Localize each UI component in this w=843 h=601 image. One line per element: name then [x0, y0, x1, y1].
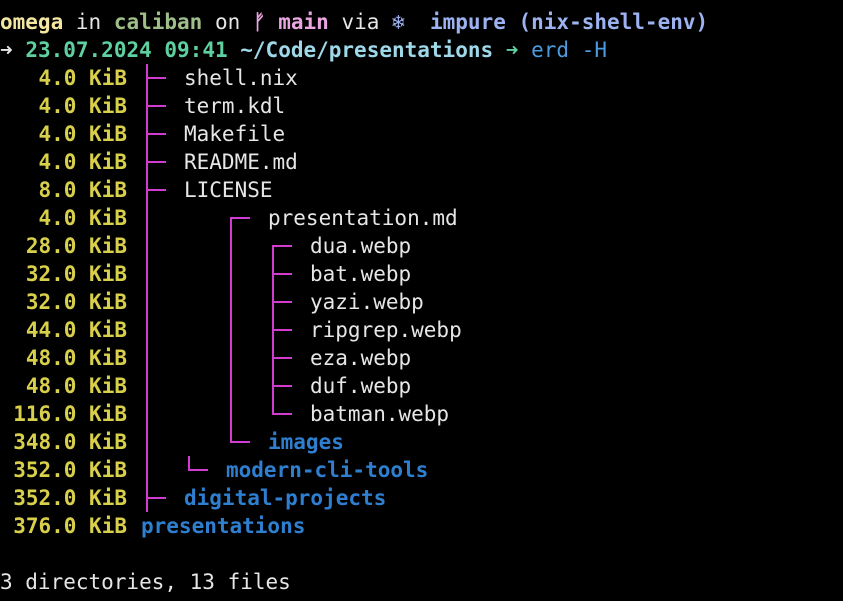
tree-file-row: 116.0 KiB batman.webp — [0, 400, 843, 428]
tree-file-row: 8.0 KiB LICENSE — [0, 176, 843, 204]
prompt-in-word: in — [75, 10, 102, 34]
file-size: 28.0 KiB — [25, 234, 127, 258]
directory-name[interactable]: presentations — [141, 512, 305, 540]
tree-file-row: 32.0 KiB yazi.webp — [0, 288, 843, 316]
file-size: 376.0 KiB — [13, 514, 127, 538]
file-size: 4.0 KiB — [38, 66, 127, 90]
command-text: erd — [531, 38, 570, 62]
tree-dir-row: 352.0 KiB digital-projects — [0, 484, 843, 512]
file-size: 32.0 KiB — [25, 262, 127, 286]
prompt-user: omega — [0, 10, 64, 34]
tree-file-row: 4.0 KiB shell.nix — [0, 64, 843, 92]
tree-file-row: 4.0 KiB term.kdl — [0, 92, 843, 120]
prompt-info-line: omega in caliban on ᚠ main via ❄ impure … — [0, 8, 708, 36]
file-size: 116.0 KiB — [13, 402, 127, 426]
prompt-arrow-icon: ➜ — [0, 38, 13, 62]
file-name[interactable]: ripgrep.webp — [310, 316, 462, 344]
prompt-cwd: ~/Code/presentations — [240, 38, 494, 62]
prompt-branch: main — [278, 10, 329, 34]
tree-file-row: 4.0 KiB README.md — [0, 148, 843, 176]
prompt-host: caliban — [113, 10, 203, 34]
tree-dir-row: 352.0 KiB modern-cli-tools — [0, 456, 843, 484]
file-size: 348.0 KiB — [13, 430, 127, 454]
tree-file-row: 4.0 KiB Makefile — [0, 120, 843, 148]
command-flag: -H — [581, 38, 607, 62]
file-size: 32.0 KiB — [25, 290, 127, 314]
file-size: 352.0 KiB — [13, 458, 127, 482]
prompt-on-word: on — [215, 10, 241, 34]
file-size: 48.0 KiB — [25, 346, 127, 370]
git-branch-icon: ᚠ — [252, 10, 266, 34]
directory-name[interactable]: modern-cli-tools — [226, 456, 428, 484]
prompt-command-line: ➜ 23.07.2024 09:41 ~/Code/presentations … — [0, 36, 607, 64]
file-size: 4.0 KiB — [38, 150, 127, 174]
directory-name[interactable]: images — [268, 428, 344, 456]
tree-file-row: 44.0 KiB ripgrep.webp — [0, 316, 843, 344]
tree-file-row: 28.0 KiB dua.webp — [0, 232, 843, 260]
file-name[interactable]: README.md — [184, 148, 298, 176]
prompt-via-word: via — [341, 10, 380, 34]
file-size: 4.0 KiB — [38, 122, 127, 146]
file-name[interactable]: eza.webp — [310, 344, 411, 372]
tree-file-row: 4.0 KiB presentation.md — [0, 204, 843, 232]
file-size: 352.0 KiB — [13, 486, 127, 510]
tree-file-row: 32.0 KiB bat.webp — [0, 260, 843, 288]
file-name[interactable]: yazi.webp — [310, 288, 424, 316]
tree-dir-row: 376.0 KiB presentations — [0, 512, 843, 540]
tree-file-row: 48.0 KiB eza.webp — [0, 344, 843, 372]
file-name[interactable]: presentation.md — [268, 204, 458, 232]
prompt-cmd-arrow: ➜ — [505, 38, 519, 62]
tree-file-row: 48.0 KiB duf.webp — [0, 372, 843, 400]
prompt-datetime: 23.07.2024 09:41 — [25, 38, 228, 62]
file-name[interactable]: term.kdl — [184, 92, 285, 120]
summary-line: 3 directories, 13 files — [0, 570, 291, 594]
prompt-nix-env: impure (nix-shell-env) — [430, 10, 709, 34]
directory-name[interactable]: digital-projects — [184, 484, 386, 512]
file-name[interactable]: dua.webp — [310, 232, 411, 260]
terminal-window[interactable]: omega in caliban on ᚠ main via ❄ impure … — [0, 0, 843, 601]
snowflake-icon: ❄ — [392, 10, 405, 34]
file-name[interactable]: LICENSE — [184, 176, 273, 204]
file-size: 48.0 KiB — [25, 374, 127, 398]
file-name[interactable]: batman.webp — [310, 400, 449, 428]
tree-dir-row: 348.0 KiB images — [0, 428, 843, 456]
file-name[interactable]: duf.webp — [310, 372, 411, 400]
file-size: 44.0 KiB — [25, 318, 127, 342]
file-name[interactable]: shell.nix — [184, 64, 298, 92]
file-name[interactable]: Makefile — [184, 120, 285, 148]
file-name[interactable]: bat.webp — [310, 260, 411, 288]
file-size: 8.0 KiB — [38, 178, 127, 202]
file-size: 4.0 KiB — [38, 94, 127, 118]
file-size: 4.0 KiB — [38, 206, 127, 230]
